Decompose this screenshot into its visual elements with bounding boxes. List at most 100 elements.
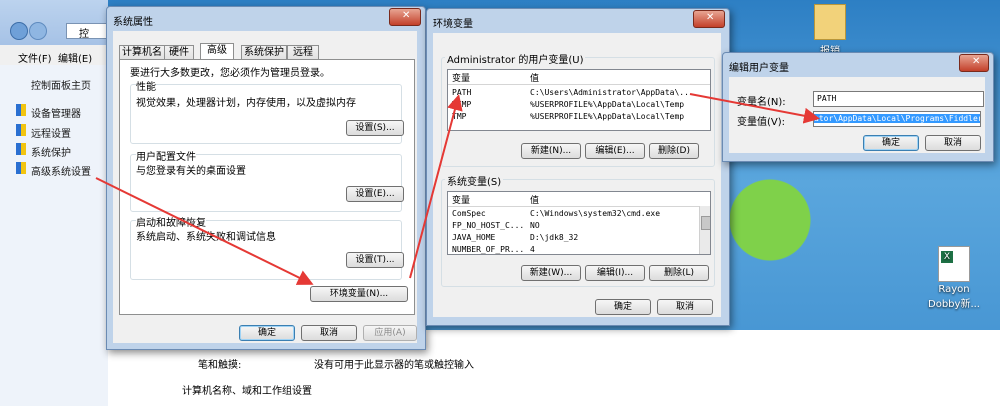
user-edit-button[interactable]: 编辑(E)... [585, 143, 645, 159]
sidebar-item-protection[interactable]: 系统保护 [31, 144, 71, 159]
table-row[interactable]: NUMBER_OF_PR... 4 [448, 245, 700, 254]
admin-notice: 要进行大多数更改，您必须作为管理员登录。 [130, 68, 330, 79]
variable-value: C:\Windows\system32\cmd.exe [530, 209, 661, 218]
profile-desc: 与您登录有关的桌面设置 [136, 166, 246, 177]
variable-name-label: 变量名(N): [737, 97, 786, 108]
environment-variables-dialog: 环境变量 Administrator 的用户变量(U) 变量 值 PATH C:… [426, 8, 730, 326]
performance-title: 性能 [136, 78, 156, 93]
startup-desc: 系统启动、系统失败和调试信息 [136, 232, 276, 243]
variable-name: JAVA_HOME [452, 233, 496, 242]
startup-title: 启动和故障恢复 [136, 214, 206, 229]
sidebar: 控制面板主页 设备管理器 远程设置 系统保护 高级系统设置 [0, 65, 109, 406]
pen-touch-value: 没有可用于此显示器的笔或触控输入 [314, 360, 474, 371]
shield-icon [16, 104, 26, 116]
variable-value: D:\jdk8_32 [530, 233, 579, 242]
table-row[interactable]: FP_NO_HOST_C... NO [448, 221, 700, 233]
system-delete-button[interactable]: 删除(L) [649, 265, 709, 281]
variable-value-label: 变量值(V): [737, 117, 786, 128]
user-variables-title: Administrator 的用户变量(U) [445, 51, 586, 66]
cancel-button[interactable]: 取消 [925, 135, 981, 151]
tab-panel: 要进行大多数更改，您必须作为管理员登录。 性能 视觉效果，处理器计划，内存使用，… [119, 59, 415, 315]
variable-value-field[interactable]: ator\AppData\Local\Programs\Fiddler [813, 111, 981, 127]
tab-computer-name[interactable]: 计算机名 [119, 45, 165, 60]
table-row[interactable]: PATH C:\Users\Administrator\AppData\... [448, 88, 710, 100]
shield-icon [16, 124, 26, 136]
sidebar-item-advanced[interactable]: 高级系统设置 [31, 163, 91, 178]
column-variable[interactable]: 变量 [452, 193, 470, 206]
table-row[interactable]: TEMP %USERPROFILE%\AppData\Local\Temp [448, 100, 710, 112]
pen-touch-label: 笔和触摸: [198, 360, 242, 371]
address-bar[interactable]: 控 [66, 23, 108, 40]
profile-title: 用户配置文件 [136, 148, 196, 163]
section-title: 计算机名称、域和工作组设置 [182, 386, 312, 397]
scrollbar-thumb[interactable] [701, 216, 710, 230]
sidebar-home-link[interactable]: 控制面板主页 [31, 77, 91, 92]
tab-system-protection[interactable]: 系统保护 [241, 45, 287, 60]
menu-file[interactable]: 文件(F) [18, 50, 52, 65]
variable-value: %USERPROFILE%\AppData\Local\Temp [530, 112, 685, 121]
close-button[interactable] [693, 10, 725, 28]
column-value[interactable]: 值 [530, 193, 539, 206]
variable-value: NO [530, 221, 540, 230]
cancel-button[interactable]: 取消 [301, 325, 357, 341]
tab-hardware[interactable]: 硬件 [164, 45, 194, 60]
system-variables-list[interactable]: 变量 值 ComSpec C:\Windows\system32\cmd.exe… [447, 191, 711, 255]
forward-button[interactable] [29, 22, 47, 40]
vertical-scrollbar[interactable] [699, 206, 710, 254]
edit-user-variable-dialog: 编辑用户变量 变量名(N): PATH 变量值(V): ator\AppData… [722, 52, 994, 162]
sidebar-item-device-manager[interactable]: 设备管理器 [31, 105, 81, 120]
ok-button[interactable]: 确定 [595, 299, 651, 315]
table-row[interactable]: ComSpec C:\Windows\system32\cmd.exe [448, 209, 700, 221]
ok-button[interactable]: 确定 [863, 135, 919, 151]
system-variables-title: 系统变量(S) [445, 173, 504, 188]
variable-name: ComSpec [452, 209, 486, 218]
back-button[interactable] [10, 22, 28, 40]
apply-button[interactable]: 应用(A) [363, 325, 417, 341]
watermark-url: jingyan.baidu.com [852, 362, 954, 375]
table-row[interactable]: JAVA_HOME D:\jdk8_32 [448, 233, 700, 245]
variable-name: NUMBER_OF_PR... [452, 245, 525, 254]
watermark-brand: Bai 经验 [762, 332, 870, 362]
shield-icon [16, 162, 26, 174]
close-button[interactable] [959, 54, 989, 72]
system-properties-dialog: 系统属性 计算机名 硬件 高级 系统保护 远程 要进行大多数更改，您必须作为管理… [106, 6, 426, 350]
sidebar-item-remote[interactable]: 远程设置 [31, 125, 71, 140]
ok-button[interactable]: 确定 [239, 325, 295, 341]
dialog-title: 编辑用户变量 [729, 63, 789, 74]
menu-bar: 文件(F) 编辑(E) [0, 45, 108, 66]
variable-name: FP_NO_HOST_C... [452, 221, 525, 230]
variable-value: 4 [530, 245, 535, 254]
variable-name: TMP [452, 112, 467, 121]
list-header: 变量 值 [448, 192, 710, 207]
startup-settings-button[interactable]: 设置(T)... [346, 252, 404, 268]
user-new-button[interactable]: 新建(N)... [521, 143, 581, 159]
user-delete-button[interactable]: 删除(D) [649, 143, 699, 159]
table-row[interactable]: TMP %USERPROFILE%\AppData\Local\Temp [448, 112, 710, 124]
tab-remote[interactable]: 远程 [287, 45, 319, 60]
variable-name: PATH [452, 88, 472, 97]
shield-icon [16, 143, 26, 155]
selected-value-text: ator\AppData\Local\Programs\Fiddler [814, 114, 981, 123]
column-value[interactable]: 值 [530, 71, 539, 84]
variable-value: %USERPROFILE%\AppData\Local\Temp [530, 100, 685, 109]
performance-desc: 视觉效果，处理器计划，内存使用，以及虚拟内存 [136, 98, 356, 109]
dialog-title: 环境变量 [433, 19, 473, 30]
list-header: 变量 值 [448, 70, 710, 85]
column-variable[interactable]: 变量 [452, 71, 470, 84]
system-new-button[interactable]: 新建(W)... [521, 265, 581, 281]
user-variables-list[interactable]: 变量 值 PATH C:\Users\Administrator\AppData… [447, 69, 711, 131]
close-button[interactable] [389, 8, 421, 26]
performance-settings-button[interactable]: 设置(S)... [346, 120, 404, 136]
watermark-url-text: jingyan.baidu.com [852, 362, 954, 375]
cancel-button[interactable]: 取消 [657, 299, 713, 315]
address-text: 控 [79, 29, 89, 40]
profile-settings-button[interactable]: 设置(E)... [346, 186, 404, 202]
system-edit-button[interactable]: 编辑(I)... [585, 265, 645, 281]
variable-name-field[interactable]: PATH [813, 91, 984, 107]
menu-edit[interactable]: 编辑(E) [58, 50, 92, 65]
dialog-title: 系统属性 [113, 17, 153, 28]
watermark-logo: Bai 经验 [762, 326, 869, 363]
variable-value: C:\Users\Administrator\AppData\... [530, 88, 694, 97]
environment-variables-button[interactable]: 环境变量(N)... [310, 286, 408, 302]
variable-name: TEMP [452, 100, 472, 109]
